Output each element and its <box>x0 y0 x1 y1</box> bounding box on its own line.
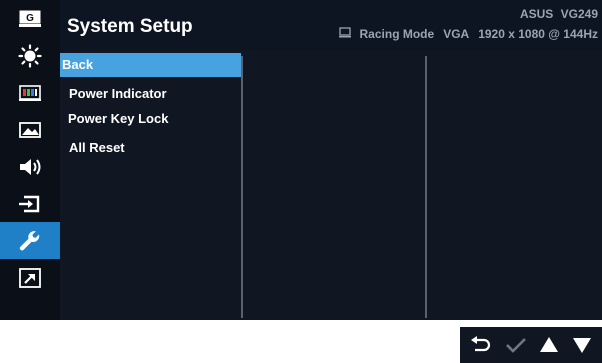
brand-label: ASUS <box>519 7 554 21</box>
speaker-icon <box>20 158 41 175</box>
sidebar-item-gamevisual[interactable]: G <box>0 0 60 37</box>
model-name: ASUS VG249 <box>520 7 598 21</box>
model-label: VG249 <box>560 7 598 21</box>
brightness-icon <box>18 43 42 68</box>
check-icon[interactable] <box>505 336 527 354</box>
color-bars-icon <box>19 84 41 101</box>
monitor-icon <box>338 27 351 41</box>
header: System Setup ASUS VG249 Racing Mode VGA … <box>60 0 602 50</box>
image-icon <box>19 121 41 138</box>
menu-item-all-reset[interactable]: All Reset <box>60 140 250 155</box>
sidebar-item-system-setup[interactable] <box>0 222 60 259</box>
back-icon[interactable] <box>470 336 492 354</box>
sidebar: G <box>0 0 60 320</box>
menu-item-power-indicator[interactable]: Power Indicator <box>60 86 250 101</box>
svg-text:G: G <box>26 13 34 24</box>
down-icon[interactable] <box>572 336 592 354</box>
up-icon[interactable] <box>539 336 559 354</box>
wrench-icon <box>19 230 40 250</box>
sidebar-item-myfavorite[interactable] <box>0 259 60 296</box>
shortcut-icon <box>19 267 41 288</box>
sidebar-item-input-select[interactable] <box>0 185 60 222</box>
sidebar-item-color[interactable] <box>0 74 60 111</box>
sidebar-item-image[interactable] <box>0 111 60 148</box>
sidebar-item-sound[interactable] <box>0 148 60 185</box>
menu-item-back[interactable]: Back <box>60 53 241 77</box>
gamevisual-icon: G <box>19 10 41 27</box>
input-icon <box>19 195 40 212</box>
sidebar-item-blue-light[interactable] <box>0 37 60 74</box>
nav-bar <box>460 327 602 363</box>
page-title: System Setup <box>67 16 193 37</box>
osd-panel: G System Setup ASUS VG249 Racing Mode VG… <box>0 0 602 320</box>
menu-item-power-key-lock[interactable]: Power Key Lock <box>60 111 249 126</box>
menu-area: Back Power Indicator Power Key Lock All … <box>60 50 602 320</box>
column-divider <box>425 56 427 318</box>
mode-label: Racing Mode <box>359 27 435 41</box>
resolution-label: 1920 x 1080 @ 144Hz <box>478 27 598 41</box>
input-label: VGA <box>443 27 470 41</box>
status-bar: Racing Mode VGA 1920 x 1080 @ 144Hz <box>338 27 598 41</box>
